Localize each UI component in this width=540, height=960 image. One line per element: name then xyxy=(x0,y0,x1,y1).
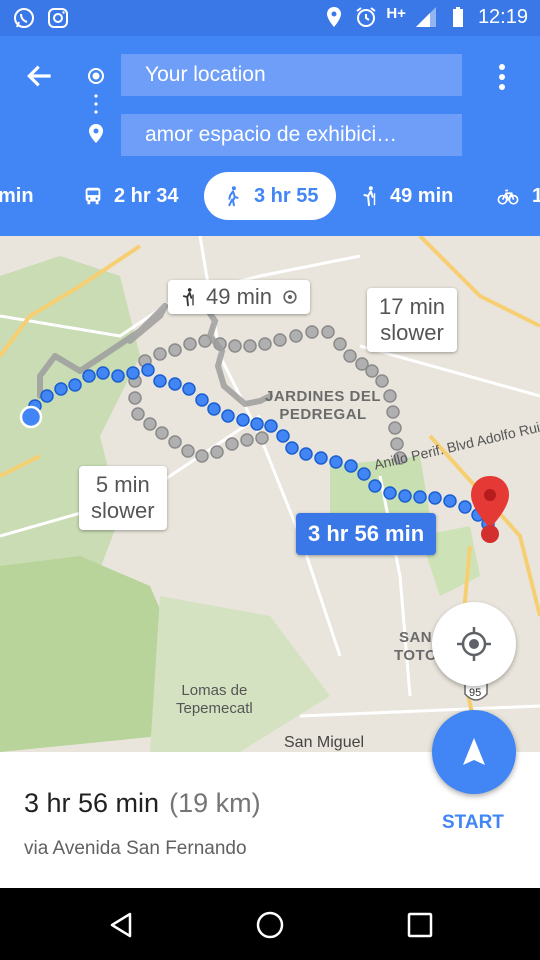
home-nav-icon[interactable] xyxy=(255,910,285,940)
selected-route-callout[interactable]: 3 hr 56 min xyxy=(296,513,437,555)
start-navigation-button[interactable] xyxy=(432,710,516,794)
destination-field[interactable]: amor espacio de exhibici… xyxy=(121,114,462,156)
map-label-district: SAN TOTO xyxy=(394,629,437,665)
tab-rideshare-label: 49 min xyxy=(390,184,454,207)
instagram-icon xyxy=(48,8,68,28)
system-nav-bar xyxy=(0,888,540,960)
neighborhood-line2: PEDREGAL xyxy=(279,406,367,423)
neighborhood-line1: JARDINES DEL xyxy=(265,388,382,405)
park-area xyxy=(150,596,330,752)
lomas-line2: Tepemecatl xyxy=(176,700,253,717)
alternate-route-callout-1[interactable]: 17 min slower xyxy=(367,288,458,352)
tab-walking-label: 3 hr 55 xyxy=(254,184,319,207)
navigation-arrow-icon xyxy=(463,738,485,765)
bike-icon xyxy=(497,189,519,205)
origin-field[interactable]: Your location xyxy=(121,54,462,96)
tab-driving[interactable]: min xyxy=(0,172,34,220)
whatsapp-icon xyxy=(14,8,34,28)
highway-shield-number: 95 xyxy=(469,687,482,699)
alt2-time: 5 min xyxy=(95,472,150,497)
my-location-button[interactable] xyxy=(432,602,516,686)
route-duration-line: 3 hr 56 min (19 km) xyxy=(24,788,261,819)
walk-icon xyxy=(228,186,239,207)
back-arrow-icon[interactable] xyxy=(24,60,56,92)
destination-pin-icon[interactable] xyxy=(471,476,509,543)
start-label[interactable]: START xyxy=(442,812,504,834)
directions-header: Your location amor espacio de exhibici… … xyxy=(0,36,540,236)
lomas-line1: Lomas de xyxy=(181,682,248,699)
tab-transit[interactable]: 2 hr 34 xyxy=(82,172,178,220)
alternate-route-callout-2[interactable]: 5 min slower xyxy=(79,466,167,530)
tab-rideshare[interactable]: 49 min xyxy=(358,172,453,220)
map-label-san-miguel: San Miguel xyxy=(284,734,365,751)
more-options-icon[interactable] xyxy=(490,61,514,93)
battery-icon xyxy=(452,7,463,27)
crosshair-icon xyxy=(457,627,491,661)
map-label-lomas: Lomas de Tepemecatl xyxy=(176,682,253,718)
alt1-note: slower xyxy=(380,320,444,345)
route-duration: 3 hr 56 min xyxy=(24,788,160,818)
back-nav-icon[interactable] xyxy=(106,910,136,940)
rideshare-icon xyxy=(182,288,194,307)
district-line2: TOTO xyxy=(394,647,438,664)
tab-cycling-label: 1 xyxy=(532,184,540,207)
current-location-dot xyxy=(19,405,43,429)
map-label-neighborhood: JARDINES DEL PEDREGAL xyxy=(265,388,381,424)
signal-icon xyxy=(415,7,436,27)
rideshare-icon xyxy=(363,186,376,207)
route-endpoints-icon xyxy=(88,68,104,143)
rideshare-route-callout[interactable]: 49 min xyxy=(168,280,311,314)
alarm-icon xyxy=(356,7,376,27)
tab-cycling[interactable]: 1 xyxy=(494,172,540,220)
route-distance: (19 km) xyxy=(169,788,261,818)
location-icon xyxy=(327,7,342,27)
tab-walking[interactable]: 3 hr 55 xyxy=(204,172,337,220)
alt1-time: 17 min xyxy=(379,294,446,319)
vehicle-info-icon xyxy=(283,290,297,304)
tab-transit-label: 2 hr 34 xyxy=(114,184,179,207)
status-time: 12:19 xyxy=(477,5,528,28)
tab-driving-label: min xyxy=(0,184,34,207)
alt2-note: slower xyxy=(91,498,155,523)
rideshare-callout-time: 49 min xyxy=(206,284,273,309)
status-bar: H+ 12:19 xyxy=(0,0,540,36)
district-line1: SAN xyxy=(398,629,433,646)
travel-mode-tabs: min 2 hr 34 3 hr 55 49 min 1 xyxy=(0,172,540,220)
bus-icon xyxy=(85,187,101,205)
route-via: via Avenida San Fernando xyxy=(24,838,247,859)
recents-nav-icon[interactable] xyxy=(405,910,435,940)
network-type: H+ xyxy=(386,4,406,22)
